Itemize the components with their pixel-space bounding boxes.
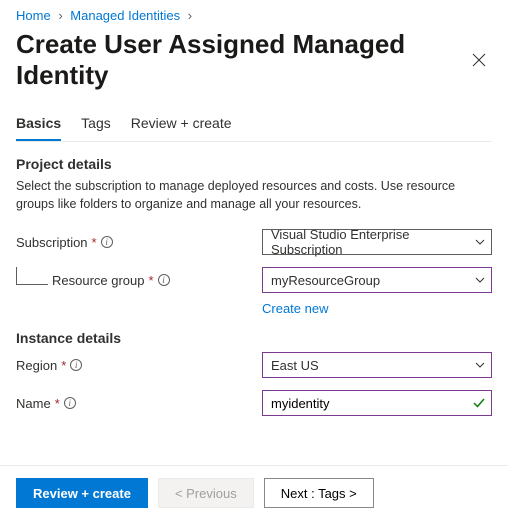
- breadcrumb-managed-identities[interactable]: Managed Identities: [70, 8, 180, 23]
- project-details-description: Select the subscription to manage deploy…: [16, 178, 492, 213]
- subscription-label: Subscription * i: [16, 235, 262, 250]
- info-icon[interactable]: i: [101, 236, 113, 248]
- page-title: Create User Assigned Managed Identity: [16, 29, 466, 91]
- info-icon[interactable]: i: [64, 397, 76, 409]
- name-field[interactable]: [262, 390, 492, 416]
- tabs: Basics Tags Review + create: [16, 109, 492, 142]
- required-asterisk: *: [55, 396, 60, 411]
- tree-line-icon: [16, 267, 48, 285]
- chevron-right-icon: ›: [58, 8, 62, 23]
- tab-review-create[interactable]: Review + create: [131, 109, 232, 141]
- instance-details-heading: Instance details: [16, 330, 492, 346]
- tab-tags[interactable]: Tags: [81, 109, 111, 141]
- close-button[interactable]: [466, 46, 492, 74]
- required-asterisk: *: [149, 273, 154, 288]
- breadcrumb-home[interactable]: Home: [16, 8, 51, 23]
- required-asterisk: *: [92, 235, 97, 250]
- close-icon: [472, 53, 486, 67]
- chevron-right-icon: ›: [188, 8, 192, 23]
- name-label: Name * i: [16, 396, 262, 411]
- info-icon[interactable]: i: [70, 359, 82, 371]
- breadcrumb: Home › Managed Identities ›: [16, 8, 492, 23]
- project-details-heading: Project details: [16, 156, 492, 172]
- region-label: Region * i: [16, 358, 262, 373]
- tab-basics[interactable]: Basics: [16, 109, 61, 141]
- create-new-link[interactable]: Create new: [262, 301, 328, 316]
- info-icon[interactable]: i: [158, 274, 170, 286]
- resource-group-label: Resource group * i: [16, 273, 262, 288]
- required-asterisk: *: [61, 358, 66, 373]
- previous-button: < Previous: [158, 478, 254, 508]
- resource-group-select[interactable]: myResourceGroup: [262, 267, 492, 293]
- footer: Review + create < Previous Next : Tags >: [0, 465, 508, 520]
- next-button[interactable]: Next : Tags >: [264, 478, 374, 508]
- review-create-button[interactable]: Review + create: [16, 478, 148, 508]
- subscription-select[interactable]: Visual Studio Enterprise Subscription: [262, 229, 492, 255]
- region-select[interactable]: East US: [262, 352, 492, 378]
